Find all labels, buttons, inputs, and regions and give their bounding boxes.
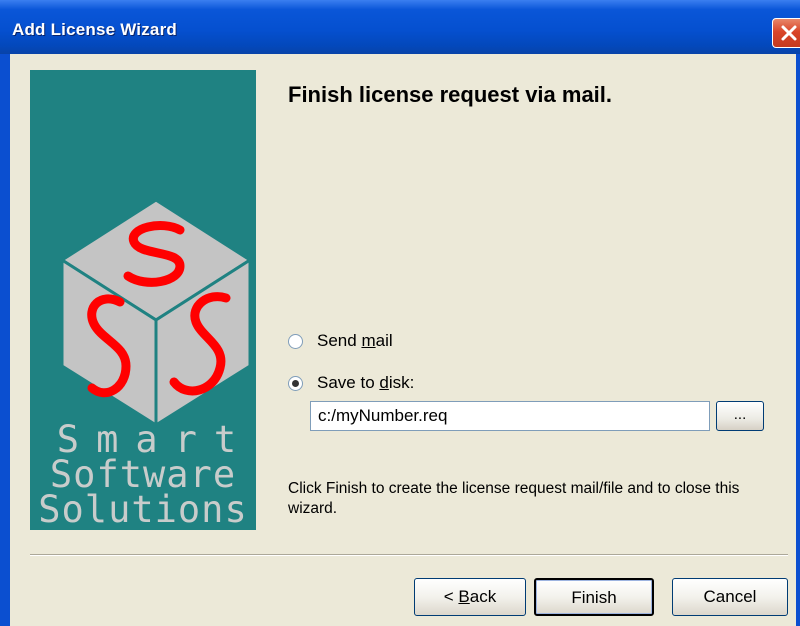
cancel-button[interactable]: Cancel bbox=[672, 578, 788, 616]
save-to-disk-radio[interactable] bbox=[288, 375, 303, 391]
close-button[interactable] bbox=[772, 18, 800, 48]
title-bar[interactable]: Add License Wizard bbox=[0, 0, 800, 54]
save-to-disk-label: Save to disk: bbox=[317, 373, 415, 392]
page-heading: Finish license request via mail. bbox=[288, 82, 613, 107]
send-mail-radio[interactable] bbox=[288, 333, 303, 349]
finish-button[interactable]: Finish bbox=[534, 578, 654, 616]
window-frame-left bbox=[0, 54, 10, 626]
window-frame-right bbox=[796, 54, 800, 626]
logo-text-solutions: Solutions bbox=[38, 488, 248, 530]
file-path-input[interactable] bbox=[310, 401, 710, 431]
company-logo-panel: Smart Software Solutions bbox=[30, 70, 256, 530]
back-button[interactable]: < Back bbox=[414, 578, 526, 616]
save-to-disk-option[interactable]: Save to disk: bbox=[288, 372, 414, 394]
instruction-text: Click Finish to create the license reque… bbox=[288, 480, 740, 517]
window-title: Add License Wizard bbox=[12, 20, 177, 39]
footer-separator bbox=[30, 554, 788, 556]
close-icon bbox=[781, 25, 797, 41]
wizard-client-area: Smart Software Solutions Finish license … bbox=[10, 54, 796, 626]
browse-button[interactable]: ... bbox=[716, 401, 764, 431]
send-mail-label: Send mail bbox=[317, 331, 393, 350]
send-mail-option[interactable]: Send mail bbox=[288, 330, 393, 352]
